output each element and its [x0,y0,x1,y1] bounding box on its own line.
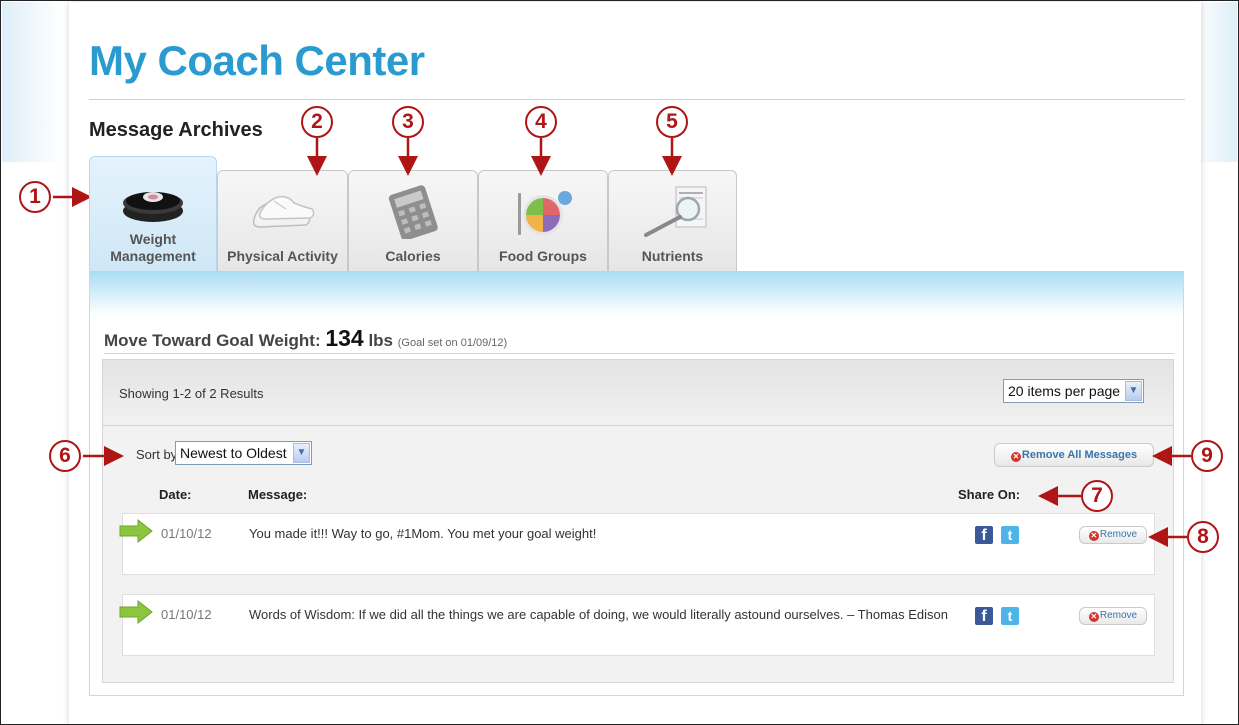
callout-2: 2 [301,106,333,138]
remove-icon: ✕ [1010,452,1021,462]
results-toolbar: Showing 1-2 of 2 Results 20 items per pa… [103,360,1173,426]
twitter-share-icon[interactable]: t [1001,607,1019,625]
arrow-right-icon [119,519,153,543]
remove-all-messages-button[interactable]: ✕ Remove All Messages [994,443,1154,467]
callout-1: 1 [19,181,51,213]
callout-8: 8 [1187,521,1219,553]
message-text: You made it!!! Way to go, #1Mom. You met… [249,526,597,541]
callout-5: 5 [656,106,688,138]
message-row: 01/10/12 You made it!!! Way to go, #1Mom… [119,513,1155,575]
goal-note: (Goal set on 01/09/12) [397,337,508,349]
tab-label: Calories [385,248,441,264]
remove-icon: ✕ [1088,531,1099,541]
results-count: Showing 1-2 of 2 Results [119,386,264,401]
callout-9: 9 [1191,440,1223,472]
callout-6: 6 [49,440,81,472]
tab-label: Weight Management [110,231,196,264]
tab-label: Nutrients [641,248,704,264]
remove-message-button[interactable]: ✕ Remove [1079,526,1147,544]
tab-physical-activity[interactable]: Physical Activity [217,170,348,271]
sort-value: Newest to Oldest [180,445,287,461]
message-row: 01/10/12 Words of Wisdom: If we did all … [119,594,1155,656]
column-header-message: Message: [248,487,308,502]
tab-label: Food Groups [499,248,587,264]
remove-label: Remove [1099,610,1138,621]
arrow-right-icon [119,600,153,624]
results-box: Showing 1-2 of 2 Results 20 items per pa… [102,359,1174,683]
plate-icon [518,191,572,235]
title-divider [89,99,1185,100]
chevron-down-icon: ▼ [1125,381,1142,401]
callout-7: 7 [1081,480,1113,512]
callout-4: 4 [525,106,557,138]
remove-label: Remove [1099,529,1138,540]
facebook-share-icon[interactable]: f [975,607,993,625]
message-date: 01/10/12 [161,607,212,622]
message-text: Words of Wisdom: If we did all the thing… [249,607,948,622]
background-glow-left [2,2,62,162]
tab-weight-management[interactable]: Weight Management [89,156,217,271]
callout-3: 3 [392,106,424,138]
tab-calories[interactable]: Calories [348,170,478,271]
screenshot-frame: My Coach Center Message Archives Weight … [0,0,1239,725]
tab-nutrients[interactable]: Nutrients [608,170,737,271]
chevron-down-icon: ▼ [293,443,310,463]
section-title: Message Archives [89,119,263,141]
scale-icon [123,192,183,222]
remove-all-label: Remove All Messages [1021,449,1138,461]
column-header-share: Share On: [958,487,1021,502]
calculator-icon [388,185,438,239]
goal-divider [104,353,1174,354]
goal-value: 134 [325,325,364,351]
message-date: 01/10/12 [161,526,212,541]
goal-prefix: Move Toward Goal Weight: [104,331,321,350]
panel-header-band [90,271,1183,315]
tab-food-groups[interactable]: Food Groups [478,170,608,271]
messages-panel: Move Toward Goal Weight: 134 lbs (Goal s… [89,271,1184,696]
goal-heading: Move Toward Goal Weight: 134 lbs (Goal s… [104,325,507,352]
remove-icon: ✕ [1088,612,1099,622]
goal-unit: lbs [368,331,394,350]
tab-label: Physical Activity [227,248,338,264]
remove-message-button[interactable]: ✕ Remove [1079,607,1147,625]
facebook-share-icon[interactable]: f [975,526,993,544]
column-header-date: Date: [159,487,192,502]
sort-select[interactable]: Newest to Oldest ▼ [175,441,312,465]
twitter-share-icon[interactable]: t [1001,526,1019,544]
items-per-page-select[interactable]: 20 items per page ▼ [1003,379,1144,403]
items-per-page-value: 20 items per page [1008,383,1121,399]
page-title: My Coach Center [89,37,425,84]
nutrition-label-icon [643,186,706,237]
sneakers-icon [252,195,314,228]
